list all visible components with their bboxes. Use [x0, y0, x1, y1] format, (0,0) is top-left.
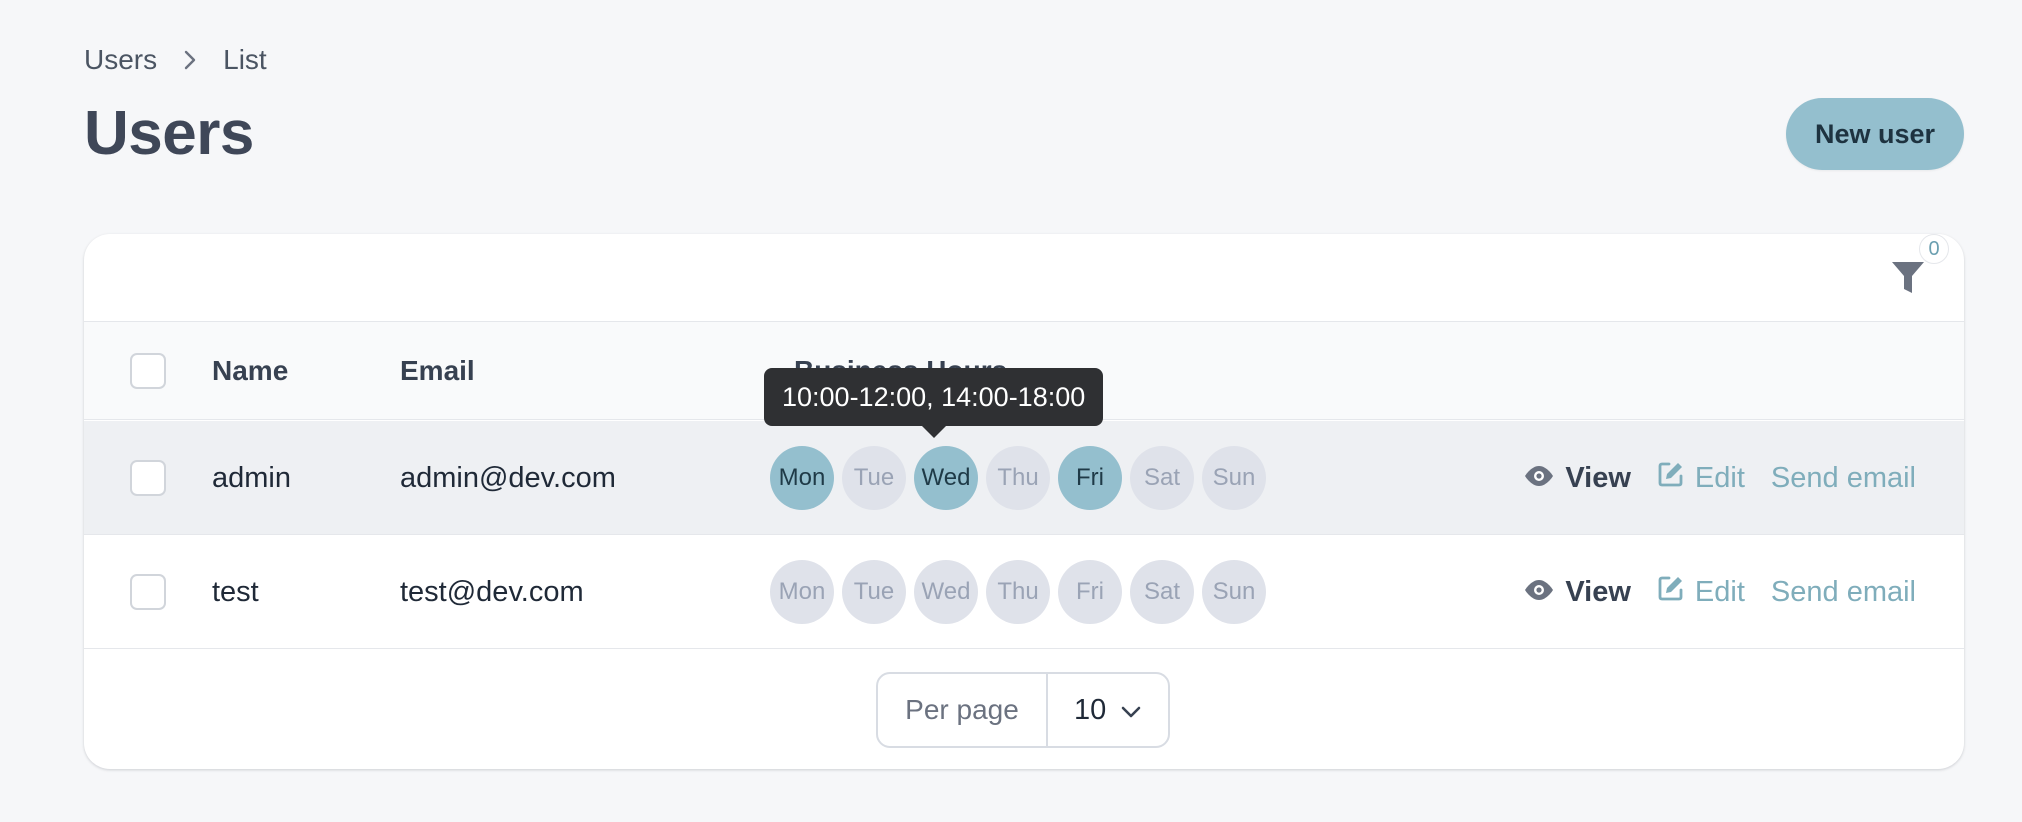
per-page-value: 10 [1074, 693, 1107, 726]
edit-label: Edit [1694, 461, 1745, 494]
edit-action[interactable]: Edit [1657, 460, 1745, 496]
row-checkbox[interactable] [130, 460, 166, 496]
send-email-action[interactable]: Send email [1771, 576, 1916, 609]
day-sun[interactable]: Sun [1202, 446, 1266, 510]
column-header-email[interactable]: Email [400, 322, 475, 420]
view-label: View [1565, 575, 1631, 608]
day-fri[interactable]: Fri [1058, 560, 1122, 624]
per-page-select[interactable]: 10 [1048, 674, 1168, 746]
new-user-button[interactable]: New user [1786, 98, 1964, 170]
day-fri[interactable]: Fri [1058, 446, 1122, 510]
filter-button[interactable] [1886, 256, 1930, 304]
day-wed[interactable]: Wed [914, 560, 978, 624]
column-header-name[interactable]: Name [212, 322, 288, 420]
business-hours-days: Mon Tue Wed Thu Fri Sat Sun [770, 446, 1266, 510]
view-action[interactable]: View [1523, 576, 1631, 609]
page-title: Users [84, 99, 254, 168]
users-table-card: 0 Name Email Business Hours admin admin@… [84, 234, 1964, 769]
day-tue[interactable]: Tue [842, 560, 906, 624]
row-checkbox[interactable] [130, 574, 166, 610]
funnel-icon [1890, 259, 1926, 302]
filter-count-badge: 0 [1919, 234, 1949, 264]
edit-action[interactable]: Edit [1657, 574, 1745, 610]
per-page-label: Per page [878, 674, 1048, 746]
row-actions: View Edit Send email [1523, 421, 1916, 535]
view-action[interactable]: View [1523, 462, 1631, 495]
pagination-per-page: Per page 10 [876, 672, 1170, 748]
day-mon[interactable]: Mon [770, 446, 834, 510]
breadcrumb-list: List [223, 44, 267, 75]
day-sun[interactable]: Sun [1202, 560, 1266, 624]
send-email-action[interactable]: Send email [1771, 462, 1916, 495]
pencil-square-icon [1657, 460, 1685, 496]
chevron-down-icon [1120, 694, 1142, 727]
table-toolbar: 0 [84, 234, 1964, 322]
table-row[interactable]: admin admin@dev.com Mon Tue Wed Thu Fri … [84, 421, 1964, 535]
row-actions: View Edit Send email [1523, 535, 1916, 649]
business-hours-days: Mon Tue Wed Thu Fri Sat Sun [770, 560, 1266, 624]
breadcrumb-users[interactable]: Users [84, 44, 157, 76]
eye-icon [1523, 462, 1555, 495]
day-wed[interactable]: Wed [914, 446, 978, 510]
day-thu[interactable]: Thu [986, 560, 1050, 624]
select-all-checkbox[interactable] [130, 353, 166, 389]
day-mon[interactable]: Mon [770, 560, 834, 624]
day-sat[interactable]: Sat [1130, 446, 1194, 510]
day-tue[interactable]: Tue [842, 446, 906, 510]
table-row[interactable]: test test@dev.com Mon Tue Wed Thu Fri Sa… [84, 535, 1964, 649]
pencil-square-icon [1657, 574, 1685, 610]
breadcrumb: Users List [84, 44, 267, 76]
user-email: admin@dev.com [400, 461, 616, 494]
chevron-right-icon [183, 49, 197, 71]
user-name: test [212, 575, 259, 608]
day-thu[interactable]: Thu [986, 446, 1050, 510]
business-hours-tooltip: 10:00-12:00, 14:00-18:00 [764, 368, 1104, 438]
user-email: test@dev.com [400, 575, 584, 608]
user-name: admin [212, 461, 291, 494]
day-sat[interactable]: Sat [1130, 560, 1194, 624]
edit-label: Edit [1694, 575, 1745, 608]
eye-icon [1523, 576, 1555, 609]
view-label: View [1565, 461, 1631, 494]
